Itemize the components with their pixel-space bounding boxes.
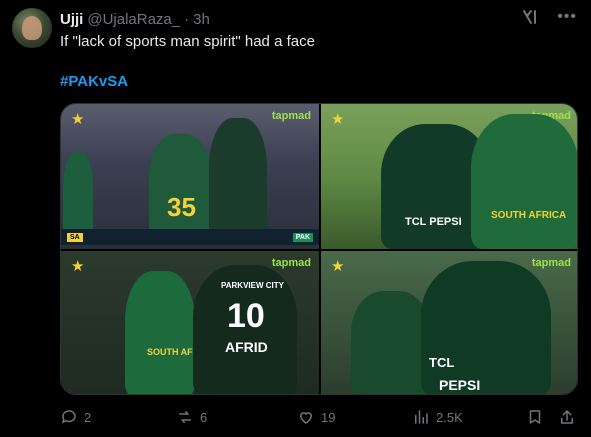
player-figure [351, 291, 431, 394]
star-icon: ★ [71, 111, 85, 128]
tapmad-logo: tapmad [531, 257, 571, 269]
hashtag-link[interactable]: #PAKvSA [60, 72, 128, 92]
bookmark-icon [529, 410, 541, 424]
jersey-name: AFRID [225, 339, 268, 355]
like-button[interactable]: 19 [297, 408, 335, 426]
player-figure [125, 271, 195, 394]
tweet-top-actions: ••• [521, 8, 577, 26]
jersey-text: SOUTH AFRICA [491, 210, 567, 221]
star-icon: ★ [331, 258, 345, 275]
tapmad-logo: tapmad [271, 110, 311, 122]
repost-button[interactable]: 6 [176, 408, 207, 426]
tweet-actions: 2 6 19 2.5K [60, 407, 578, 427]
jersey-number: 35 [167, 192, 196, 222]
media-image-3[interactable]: ★ tapmad SOUTH AFRICA PARKVIEW CITY 10 A… [61, 251, 319, 394]
tapmad-logo: tapmad [271, 257, 311, 269]
author-avatar[interactable] [12, 8, 52, 48]
share-icon [561, 410, 573, 424]
sponsor-text: PARKVIEW CITY [221, 281, 284, 290]
share-button[interactable] [558, 408, 576, 426]
sponsor-text: TCL [429, 355, 455, 370]
reply-button[interactable]: 2 [60, 408, 91, 426]
reply-count: 2 [84, 409, 92, 425]
repost-icon [179, 411, 191, 423]
author-handle[interactable]: @UjalaRaza_ [87, 11, 180, 28]
reply-icon [61, 410, 76, 424]
sponsor-text: TCL PEPSI [405, 216, 462, 228]
tweet-header: Ujji @UjalaRaza_ · 3h [60, 9, 210, 29]
media-image-1[interactable]: ★ tapmad 35 SA PAK [61, 104, 319, 249]
views-icon [415, 410, 428, 424]
view-count: 2.5K [436, 409, 463, 425]
bookmark-button[interactable] [526, 408, 544, 426]
media-image-2[interactable]: ★ tapmad SOUTH AFRICA TCL PEPSI [321, 104, 577, 249]
separator-dot: · [184, 10, 190, 28]
grok-icon[interactable] [521, 8, 539, 26]
tweet-time[interactable]: 3h [193, 11, 210, 28]
tweet-text: If "lack of sports man spirit" had a fac… [60, 33, 315, 50]
media-grid[interactable]: ★ tapmad 35 SA PAK ★ tapmad SOUTH AFRICA… [60, 103, 578, 395]
media-image-4[interactable]: ★ tapmad TCL PEPSI [321, 251, 577, 394]
heart-icon [299, 412, 313, 424]
jersey-number: 10 [227, 297, 265, 335]
star-icon: ★ [331, 111, 345, 128]
player-figure [421, 261, 551, 394]
views-button[interactable]: 2.5K [412, 408, 463, 426]
more-options-icon[interactable]: ••• [557, 8, 577, 26]
scorebar: SA PAK [61, 229, 319, 245]
star-icon: ★ [71, 258, 85, 275]
player-figure [471, 114, 577, 249]
player-figure [149, 134, 211, 244]
player-figure [209, 118, 267, 244]
score-team-right: PAK [292, 232, 313, 242]
sponsor-text: PEPSI [439, 377, 481, 393]
repost-count: 6 [200, 409, 208, 425]
author-name[interactable]: Ujji [60, 11, 83, 28]
like-count: 19 [321, 409, 336, 425]
score-team-left: SA [67, 232, 83, 242]
